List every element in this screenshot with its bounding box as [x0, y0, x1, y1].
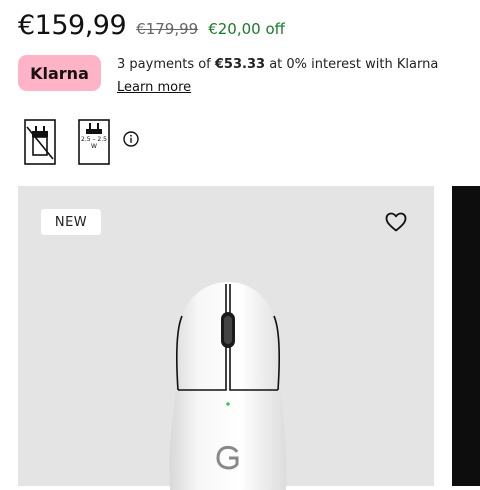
price-row: €159,99 €179,99 €20,00 off	[18, 10, 285, 41]
info-icon[interactable]	[123, 131, 139, 147]
discount-amount: €20,00 off	[208, 20, 285, 38]
heart-icon[interactable]	[385, 212, 407, 232]
installments-prefix: 3 payments of	[117, 57, 215, 72]
new-badge: NEW	[41, 209, 101, 235]
installment-amount: €53.33	[214, 57, 266, 72]
klarna-financing: Klarna 3 payments of €53.33 at 0% intere…	[18, 55, 438, 97]
klarna-logo: Klarna	[18, 55, 101, 91]
klarna-message: 3 payments of €53.33 at 0% interest with…	[117, 55, 438, 97]
next-product-image[interactable]	[452, 186, 480, 486]
learn-more-link[interactable]: Learn more	[117, 78, 191, 97]
no-charger-included-icon	[24, 119, 56, 165]
original-price: €179,99	[136, 20, 199, 38]
product-image-card[interactable]: NEW	[18, 186, 434, 490]
product-mouse-image	[169, 282, 287, 490]
power-range: 2.5 – 2.5	[81, 136, 107, 143]
charger-power-icon: 2.5 – 2.5 W	[78, 119, 110, 165]
power-unit: W	[91, 143, 97, 150]
charger-info-row: 2.5 – 2.5 W	[24, 119, 139, 165]
current-price: €159,99	[18, 10, 127, 41]
installments-suffix: at 0% interest with Klarna	[265, 57, 439, 72]
